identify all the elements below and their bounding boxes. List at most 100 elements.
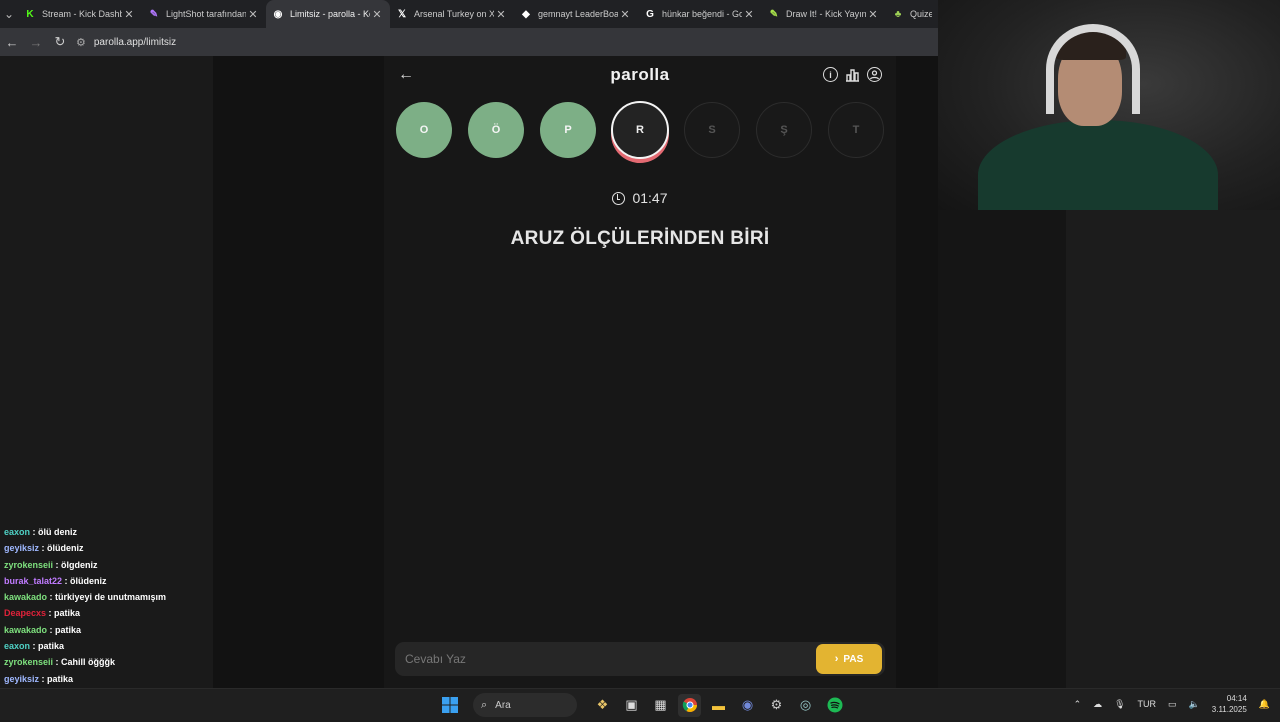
taskbar-apps: ⌕ Ara ❖ ▣ ▦ ▬ ◉ ⚙ ◎: [438, 693, 846, 717]
back-arrow-icon[interactable]: ←: [0, 28, 24, 56]
clock-area[interactable]: 04:14 3.11.2025: [1212, 693, 1247, 715]
letter-circle-done: P: [540, 102, 596, 158]
diamond-icon: ◆: [522, 8, 530, 20]
clock-time: 04:14: [1226, 694, 1247, 703]
answer-input[interactable]: [395, 652, 816, 666]
tab-label: gemnayt LeaderBoar: [538, 9, 618, 19]
browser-tab-strip: ⌄ K Stream - Kick Dashbo ✕ ✎ LightShot taraf…: [0, 0, 938, 28]
close-tab-icon[interactable]: ✕: [246, 8, 260, 21]
site-settings-icon[interactable]: ⚙: [76, 36, 86, 49]
tab-label: Draw It! - Kick Yayınla: [786, 9, 866, 19]
chat-text: ölü deniz: [38, 527, 78, 537]
chat-username: eaxon: [4, 527, 31, 537]
feather-icon: ✎: [149, 8, 159, 20]
chat-message: eaxon : ölü deniz: [4, 527, 78, 537]
chat-message: geyiksiz : ölüdeniz: [4, 543, 84, 554]
address-bar: ← → ↻ ⚙ parolla.app/limitsiz: [0, 28, 938, 56]
reload-icon[interactable]: ↻: [48, 28, 72, 56]
search-icon: ⌕: [481, 698, 488, 711]
google-icon: G: [646, 8, 654, 20]
chat-username: burak_talat22: [4, 575, 63, 586]
browser-tab[interactable]: Ghünkar beğendi - Go ✕: [638, 0, 762, 28]
file-explorer-icon[interactable]: ▬: [707, 694, 730, 717]
chat-text: patika: [47, 673, 74, 684]
chat-message: zyrokenseii : ölgdeniz: [4, 559, 98, 570]
parolla-icon: ◉: [273, 8, 283, 20]
browser-tab[interactable]: K Stream - Kick Dashbo ✕: [18, 0, 142, 28]
chat-text: Cahill öğğğk: [61, 657, 116, 668]
taskbar: ⌕ Ara ❖ ▣ ▦ ▬ ◉ ⚙ ◎ ⌃ ☁ 🎙 TUR ▭ 🔈 04:14 …: [0, 688, 1280, 720]
webcam-overlay: [938, 0, 1280, 210]
url-field[interactable]: ⚙ parolla.app/limitsiz: [76, 36, 176, 49]
stats-chart-icon[interactable]: [845, 67, 860, 82]
store-icon[interactable]: ▦: [649, 694, 672, 717]
taskbar-search[interactable]: ⌕ Ara: [473, 693, 577, 717]
answer-bar: › PAS: [395, 642, 885, 676]
spotify-icon[interactable]: [823, 694, 846, 717]
right-far-panel: [1066, 210, 1280, 688]
chat-text: patika: [54, 608, 81, 619]
browser-tab[interactable]: ✎ Draw It! - Kick Yayınla ✕: [762, 0, 886, 28]
tab-label: Stream - Kick Dashbo: [42, 9, 122, 19]
forward-arrow-icon[interactable]: →: [24, 28, 48, 56]
language-indicator[interactable]: TUR: [1138, 699, 1157, 709]
chat-text: patika: [38, 641, 65, 652]
pas-button[interactable]: › PAS: [816, 644, 882, 674]
chevron-right-icon: ›: [834, 653, 839, 665]
url-text: parolla.app/limitsiz: [93, 36, 177, 48]
chat-text: ölüdeniz: [70, 575, 107, 586]
close-tab-icon[interactable]: ✕: [742, 8, 756, 21]
user-profile-icon[interactable]: [867, 67, 882, 82]
game-title: parolla: [610, 65, 670, 84]
back-arrow-icon[interactable]: ←: [398, 66, 416, 84]
windows-start-icon[interactable]: [438, 694, 461, 717]
letter-circle-pending: T: [828, 102, 884, 158]
chat-message: kawakado : türkiyeyi de unutmamışım: [4, 592, 167, 603]
cloud-icon[interactable]: ☁: [1093, 699, 1102, 710]
notification-bell-icon[interactable]: 🔔: [1259, 699, 1270, 710]
chat-username: eaxon: [4, 641, 31, 652]
steam-icon[interactable]: ◎: [794, 694, 817, 717]
close-tab-icon[interactable]: ✕: [494, 8, 508, 21]
volume-icon[interactable]: 🔈: [1189, 699, 1200, 710]
letter-progress: OÖPRSŞT: [384, 101, 896, 162]
close-tab-icon[interactable]: ✕: [370, 8, 384, 21]
chat-message: geyiksiz : patika: [4, 673, 74, 684]
info-icon[interactable]: i: [823, 67, 838, 82]
search-label: Ara: [495, 699, 511, 711]
chevron-up-icon[interactable]: ⌃: [1074, 699, 1082, 710]
chat-message: Deapecxs : patika: [4, 608, 81, 619]
letter-circle-done: Ö: [468, 102, 524, 158]
question-text: ARUZ ÖLÇÜLERİNDEN BİRİ: [510, 228, 770, 249]
webcam-person-body: [978, 120, 1218, 210]
close-tab-icon[interactable]: ✕: [122, 8, 136, 21]
widgets-icon[interactable]: ❖: [591, 694, 614, 717]
close-tab-icon[interactable]: ✕: [618, 8, 632, 21]
close-tab-icon[interactable]: ✕: [866, 8, 880, 21]
browser-tab[interactable]: 𝕏 Arsenal Turkey on X: ✕: [390, 0, 514, 28]
chat-username: kawakado: [4, 624, 48, 635]
browser-tab[interactable]: ◉ Limitsiz - parolla - Ke ✕: [266, 0, 390, 28]
chat-username: kawakado: [4, 592, 48, 603]
browser-tab[interactable]: ◆ gemnayt LeaderBoar ✕: [514, 0, 638, 28]
tab-label: LightShot tarafından: [166, 9, 246, 19]
microphone-icon[interactable]: 🎙: [1114, 699, 1125, 710]
chat-message: burak_talat22 : ölüdeniz: [4, 575, 107, 586]
letter-circle-done: O: [396, 102, 452, 158]
page-margin-left: [213, 56, 384, 688]
network-icon[interactable]: ▭: [1168, 699, 1177, 710]
x-icon: 𝕏: [397, 8, 407, 20]
clock-date: 3.11.2025: [1211, 705, 1247, 714]
chat-message: zyrokenseii : Cahill öğğğk: [4, 657, 116, 668]
tab-search-chevron-icon[interactable]: ⌄: [0, 0, 18, 28]
game-header: ← parolla i: [384, 56, 896, 94]
task-view-icon[interactable]: ▣: [620, 694, 643, 717]
browser-tab[interactable]: ♣ Quizei -: [886, 0, 938, 28]
chat-text: türkiyeyi de unutmamışım: [55, 592, 167, 603]
settings-gear-icon[interactable]: ⚙: [765, 694, 788, 717]
discord-icon[interactable]: ◉: [736, 694, 759, 717]
browser-tab[interactable]: ✎ LightShot tarafından ✕: [142, 0, 266, 28]
chrome-icon[interactable]: [678, 693, 701, 717]
page-margin-right: [896, 56, 938, 688]
chat-username: geyiksiz: [4, 673, 40, 684]
